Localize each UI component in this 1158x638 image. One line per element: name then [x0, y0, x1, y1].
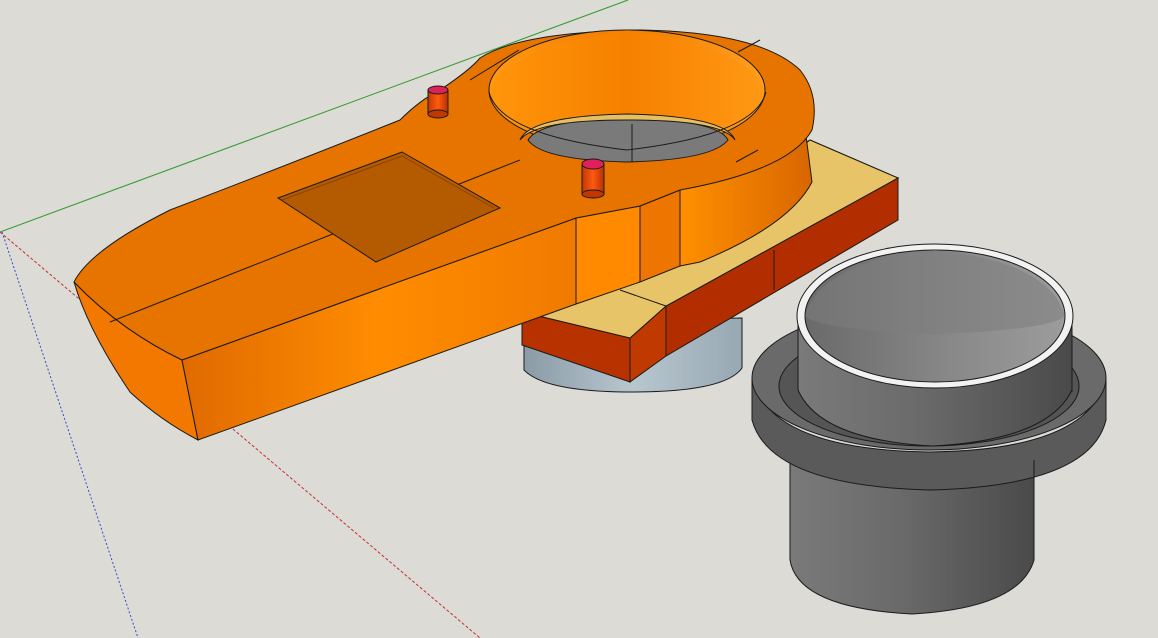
pin-1-top — [427, 109, 449, 119]
pin-1[interactable] — [427, 85, 449, 119]
pin-2-bottom — [581, 189, 605, 199]
pin-2-cap — [581, 158, 605, 170]
model-scene[interactable] — [0, 0, 1158, 638]
pin-2[interactable] — [581, 158, 605, 199]
pin-1-cap — [427, 85, 449, 95]
gray-flanged-cup[interactable] — [751, 243, 1107, 615]
modeling-viewport[interactable] — [0, 0, 1158, 638]
